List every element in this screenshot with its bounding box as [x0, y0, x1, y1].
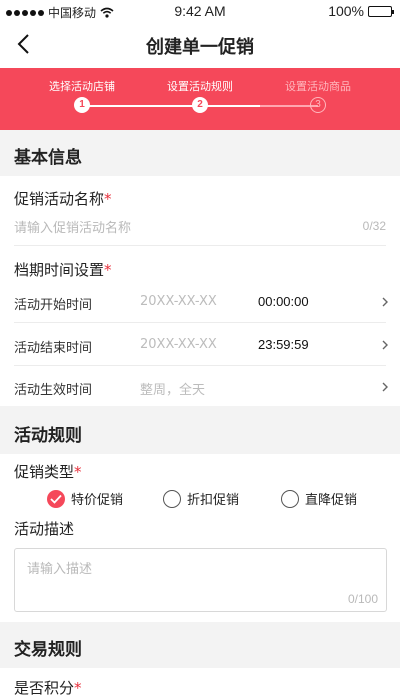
promo-type-radio-group: 特价促销 折扣促销 直降促销: [0, 489, 400, 511]
required-mark: *: [74, 463, 82, 481]
chevron-right-icon: [382, 340, 388, 350]
step-label-1: 选择活动店铺: [49, 80, 115, 93]
required-mark: *: [104, 190, 112, 208]
effective-time-label: 活动生效时间: [14, 383, 93, 398]
radio-unchecked: [281, 489, 299, 508]
description-textarea[interactable]: 请输入描述 0/100: [14, 548, 387, 612]
check-icon: [50, 494, 62, 504]
section-basic-info: 基本信息: [0, 130, 400, 176]
step-connector-2: [200, 105, 260, 107]
step-number-3: 3: [310, 97, 326, 113]
step-number-2: 2: [192, 97, 208, 113]
effective-time-value: 整周，全天: [140, 383, 206, 398]
radio-direct-reduction[interactable]: 直降促销: [281, 489, 357, 508]
schedule-label: 档期时间设置*: [14, 261, 112, 279]
start-time-label: 活动开始时间: [14, 298, 93, 313]
page-title: 创建单一促销: [146, 37, 254, 58]
promo-type-label: 促销类型*: [14, 463, 82, 481]
battery-info: 100%: [328, 3, 394, 19]
promo-name-counter: 0/32: [362, 219, 386, 233]
battery-icon: [368, 5, 394, 17]
description-placeholder: 请输入描述: [27, 562, 93, 577]
start-clock-value: 00:00:00: [258, 294, 309, 309]
points-label: 是否积分*: [14, 679, 82, 697]
radio-label: 特价促销: [71, 493, 124, 508]
radio-label: 直降促销: [305, 493, 358, 508]
start-time-row[interactable]: 活动开始时间 20XX-XX-XX 00:00:00: [0, 281, 400, 323]
end-time-label: 活动结束时间: [14, 341, 93, 356]
step-label-2: 设置活动规则: [167, 80, 233, 93]
description-counter: 0/100: [347, 592, 378, 606]
required-mark: *: [74, 679, 82, 697]
start-date-value: 20XX-XX-XX: [140, 294, 217, 309]
effective-time-row[interactable]: 活动生效时间 整周，全天: [0, 366, 400, 408]
step-connector-1: [82, 105, 200, 107]
radio-unchecked: [163, 489, 181, 508]
required-mark: *: [104, 261, 112, 279]
end-time-row[interactable]: 活动结束时间 20XX-XX-XX 23:59:59: [0, 324, 400, 366]
radio-special-price[interactable]: 特价促销: [47, 489, 123, 508]
radio-label: 折扣促销: [187, 493, 240, 508]
end-date-value: 20XX-XX-XX: [140, 337, 217, 352]
radio-discount[interactable]: 折扣促销: [163, 489, 239, 508]
section-trade-rules: 交易规则: [0, 622, 400, 668]
section-activity-rules: 活动规则: [0, 408, 400, 454]
chevron-right-icon: [382, 297, 388, 307]
divider: [14, 322, 386, 323]
step-label-3: 设置活动商品: [285, 80, 351, 93]
status-bar: 中国移动 9:42 AM 100%: [0, 0, 400, 22]
navigation-bar: 创建单一促销: [0, 22, 400, 68]
progress-stepper: 选择活动店铺 设置活动规则 设置活动商品 1 2 3: [0, 68, 400, 130]
battery-percent: 100%: [328, 3, 364, 19]
end-clock-value: 23:59:59: [258, 337, 309, 352]
step-number-1: 1: [74, 97, 90, 113]
promo-name-label: 促销活动名称*: [14, 190, 112, 208]
divider: [14, 245, 386, 246]
radio-checked: [47, 489, 65, 508]
description-label: 活动描述: [14, 520, 75, 538]
promo-name-input[interactable]: 请输入促销活动名称: [14, 217, 131, 236]
chevron-right-icon: [382, 382, 388, 392]
